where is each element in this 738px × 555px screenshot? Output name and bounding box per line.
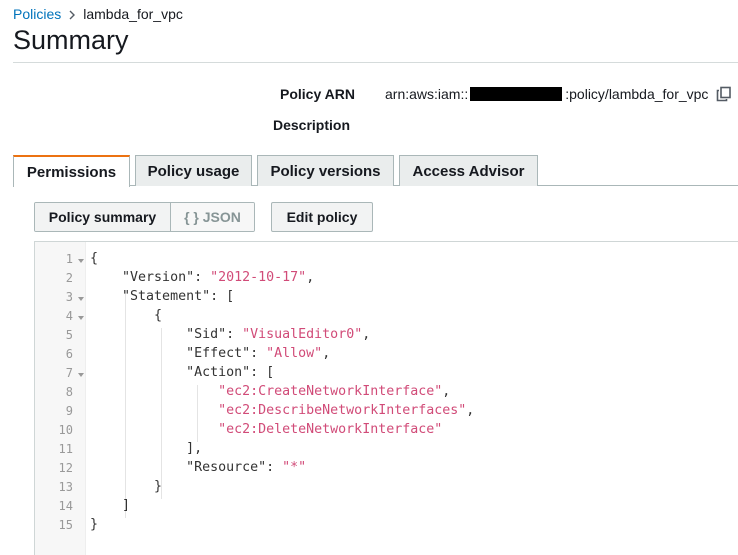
code-line: "ec2:DeleteNetworkInterface": [218, 422, 443, 437]
title-divider: [13, 62, 738, 63]
arn-prefix: arn:aws:iam::: [385, 86, 469, 102]
breadcrumb: Policies lambda_for_vpc: [13, 6, 183, 22]
arn-suffix: :policy/lambda_for_vpc: [565, 86, 709, 102]
fold-caret-icon[interactable]: [77, 314, 85, 322]
line-number: 2: [65, 271, 73, 285]
policy-tabs: Permissions Policy usage Policy versions…: [13, 155, 738, 187]
tab-policy-usage[interactable]: Policy usage: [135, 155, 252, 186]
line-number: 10: [58, 423, 73, 437]
page-title: Summary: [13, 25, 129, 55]
code-line: "Statement": [: [122, 289, 235, 304]
code-line: "ec2:DescribeNetworkInterfaces",: [218, 403, 475, 418]
view-toggle: Policy summary { } JSON: [34, 202, 255, 232]
redacted-account-id: [470, 87, 563, 101]
edit-policy-button[interactable]: Edit policy: [271, 202, 373, 232]
copy-icon[interactable]: [716, 86, 732, 107]
line-number: 5: [65, 328, 73, 342]
policy-summary-button[interactable]: Policy summary: [35, 203, 171, 231]
line-number: 9: [65, 404, 73, 418]
code-line: "Action": [: [186, 365, 275, 380]
code-line: "Effect": "Allow",: [186, 346, 331, 361]
code-line: "Resource": "*": [186, 460, 307, 475]
line-number: 13: [58, 480, 73, 494]
line-number: 8: [65, 385, 73, 399]
code-line: }: [154, 479, 163, 494]
line-number: 11: [58, 442, 73, 456]
code-line: }: [90, 517, 99, 532]
tab-access-advisor[interactable]: Access Advisor: [399, 155, 538, 186]
fold-caret-icon[interactable]: [77, 371, 85, 379]
json-editor[interactable]: 1 2 3 4 5 6 7 8 9 10 11 12 13 14 15 { "V…: [34, 241, 738, 555]
code-line: ]: [122, 498, 131, 513]
line-number: 1: [65, 252, 73, 266]
code-line: {: [90, 251, 99, 266]
line-number: 6: [65, 347, 73, 361]
code-line: ],: [186, 441, 203, 456]
json-button[interactable]: { } JSON: [171, 203, 254, 231]
line-number: 3: [65, 290, 73, 304]
fold-caret-icon[interactable]: [77, 257, 85, 265]
line-number: 14: [58, 499, 73, 513]
code-line: "ec2:CreateNetworkInterface",: [218, 384, 451, 399]
tab-policy-versions[interactable]: Policy versions: [257, 155, 394, 186]
code-line: {: [154, 308, 163, 323]
policy-arn-label: Policy ARN: [280, 86, 355, 102]
code-line: "Sid": "VisualEditor0",: [186, 327, 371, 342]
policy-arn-value: arn:aws:iam:::policy/lambda_for_vpc: [385, 86, 708, 102]
breadcrumb-policies-link[interactable]: Policies: [13, 6, 61, 22]
line-number: 4: [65, 309, 73, 323]
line-number: 15: [58, 518, 73, 532]
line-number: 12: [58, 461, 73, 475]
description-label: Description: [273, 117, 351, 133]
breadcrumb-current: lambda_for_vpc: [83, 6, 183, 22]
editor-gutter: 1 2 3 4 5 6 7 8 9 10 11 12 13 14 15: [35, 242, 86, 555]
chevron-right-icon: [61, 6, 83, 22]
line-number: 7: [65, 366, 73, 380]
fold-caret-icon[interactable]: [77, 295, 85, 303]
tab-permissions[interactable]: Permissions: [13, 155, 130, 187]
code-line: "Version": "2012-10-17",: [122, 270, 315, 285]
